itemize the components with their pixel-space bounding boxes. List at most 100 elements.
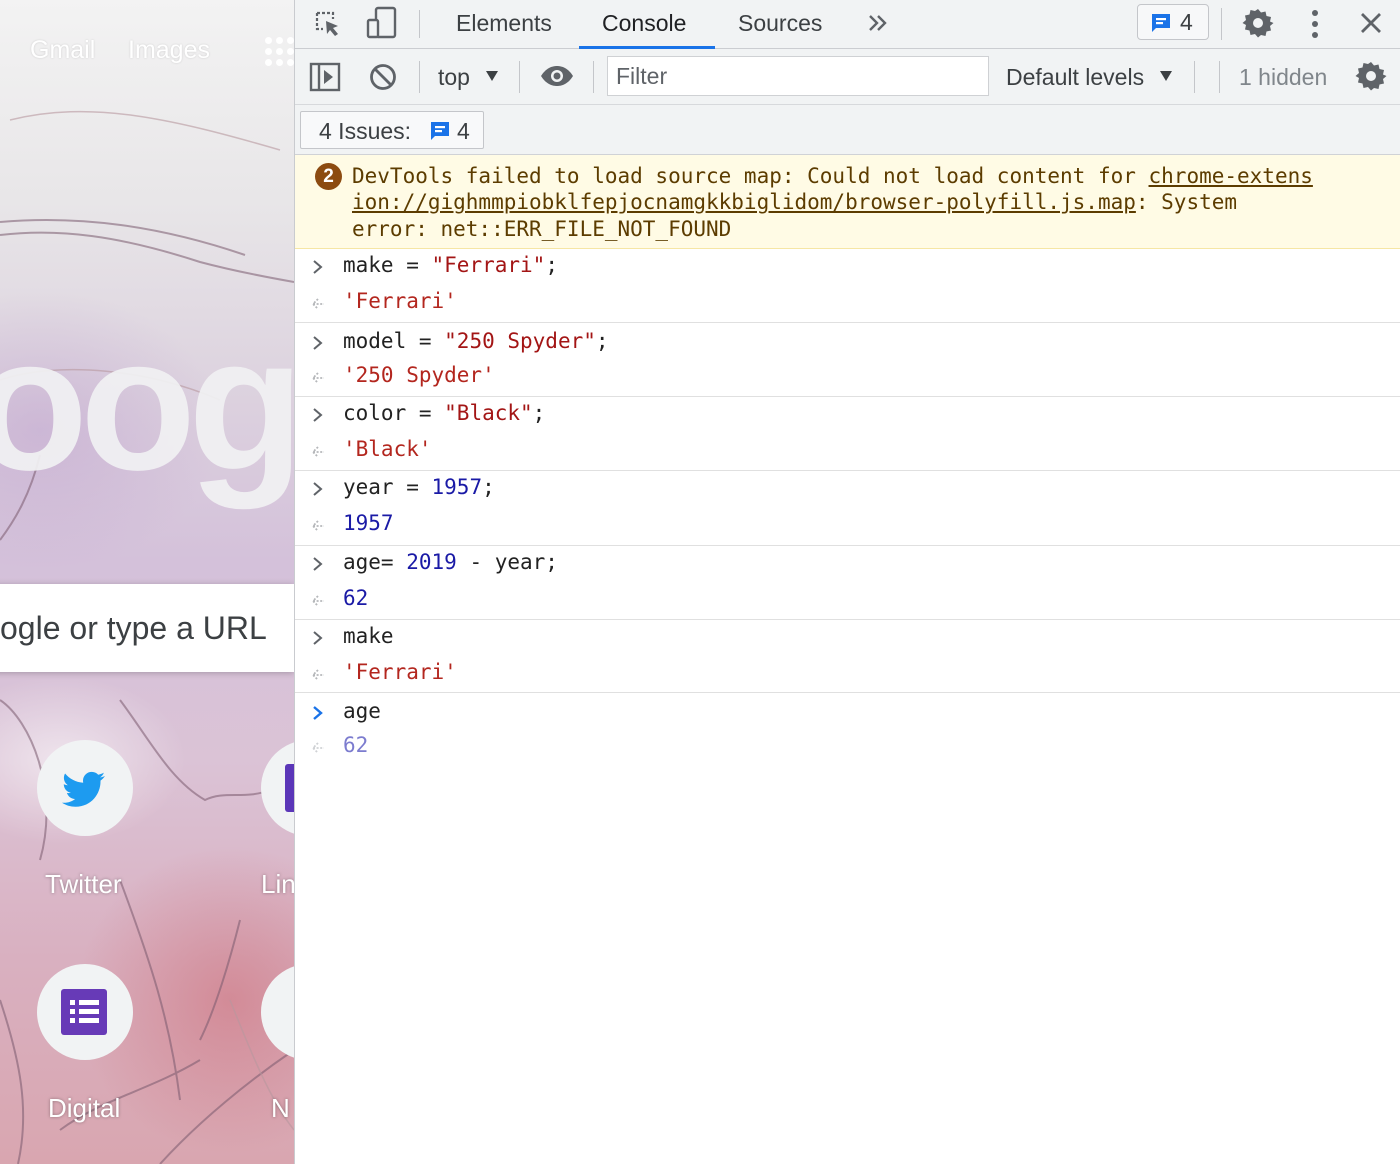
input-chevron-icon [313, 260, 323, 274]
tab-sources[interactable]: Sources [738, 10, 822, 37]
google-logo: oogle [0, 298, 294, 510]
input-code-end: ; [482, 475, 495, 499]
console-entry: make 'Ferrari' [295, 620, 1400, 693]
toolbar-divider [419, 61, 420, 93]
shortcut-linkedin[interactable] [261, 740, 294, 836]
browser-page: Gmail Images oogle ogle or type a URL Tw… [0, 0, 294, 1164]
input-string: "Ferrari" [431, 253, 546, 277]
input-code-end: - year; [456, 550, 558, 574]
console-input-row: model = "250 Spyder"; [295, 325, 1400, 361]
shortcut-label-twitter: Twitter [45, 869, 122, 899]
filter-input[interactable] [607, 56, 989, 96]
result-value: 'Ferrari' [343, 289, 457, 313]
warning-text-2: : System [1135, 190, 1238, 214]
shortcut-digital[interactable] [37, 964, 133, 1060]
result-arrow-icon [311, 595, 324, 607]
tab-console[interactable]: Console [579, 0, 715, 49]
console-result-row: 'Ferrari' [295, 285, 1400, 321]
console-output: 2 DevTools failed to load source map: Co… [295, 155, 1400, 769]
toolbar-divider [1194, 61, 1195, 93]
console-entry: age= 2019 - year; 62 [295, 546, 1400, 620]
warning-repeat-count: 2 [315, 163, 342, 190]
result-arrow-icon [311, 298, 324, 310]
input-chevron-icon [313, 557, 323, 571]
search-placeholder: ogle or type a URL [0, 610, 267, 646]
console-result-row: '250 Spyder' [295, 359, 1400, 395]
input-code: make [343, 624, 394, 648]
prompt-text[interactable]: age [343, 699, 381, 723]
google-apps-icon[interactable] [265, 37, 294, 69]
console-result-row: 1957 [295, 507, 1400, 543]
more-tabs-icon[interactable] [867, 13, 889, 33]
console-input-row: color = "Black"; [295, 397, 1400, 433]
input-number: 2019 [406, 550, 457, 574]
input-code: model = [343, 329, 445, 353]
console-input-row: make [295, 620, 1400, 656]
source-map-link[interactable]: chrome-extens [1149, 164, 1313, 188]
levels-dropdown-icon[interactable] [1159, 70, 1173, 82]
prompt-chevron-icon [313, 706, 323, 720]
result-value: 'Ferrari' [343, 660, 457, 684]
result-arrow-icon [311, 520, 324, 532]
settings-gear-icon[interactable] [1242, 7, 1274, 39]
log-levels-dropdown[interactable]: Default levels [1006, 64, 1144, 91]
input-chevron-icon [313, 482, 323, 496]
tabbar-divider [419, 10, 420, 38]
result-value: 62 [343, 586, 369, 610]
close-icon[interactable] [1359, 11, 1383, 35]
result-arrow-icon [311, 742, 324, 754]
input-code-end: ; [532, 401, 546, 425]
device-toolbar-icon[interactable] [365, 6, 399, 40]
console-input-row: age= 2019 - year; [295, 546, 1400, 582]
input-chevron-icon [313, 408, 323, 422]
issues-counter-value: 4 [1180, 9, 1193, 35]
context-dropdown-icon[interactable] [485, 70, 499, 82]
console-input-row: make = "Ferrari"; [295, 249, 1400, 285]
warning-text-3: error: net::ERR_FILE_NOT_FOUND [352, 217, 732, 241]
search-box[interactable]: ogle or type a URL [0, 584, 294, 672]
input-chevron-icon [313, 631, 323, 645]
console-prompt-row[interactable]: age [295, 695, 1400, 731]
input-string: "Black" [444, 401, 533, 425]
console-settings-gear-icon[interactable] [1355, 60, 1387, 92]
inspect-element-icon[interactable] [313, 9, 343, 39]
issues-counter-button[interactable]: 4 [1137, 4, 1209, 40]
tab-console-label: Console [602, 10, 687, 36]
context-selector[interactable]: top [438, 64, 470, 91]
console-entry: year = 1957; 1957 [295, 471, 1400, 546]
shortcut-label-linkedin: Lin [261, 869, 294, 899]
issues-button[interactable]: 4 Issues: 4 [300, 111, 484, 149]
input-string: "250 Spyder" [444, 329, 596, 353]
result-arrow-icon [311, 372, 324, 384]
forms-icon [61, 989, 107, 1035]
result-value: '250 Spyder' [343, 363, 495, 387]
eager-eval-value: 62 [343, 733, 369, 757]
clear-console-icon[interactable] [368, 62, 398, 92]
shortcut-label-digital: Digital [48, 1093, 121, 1123]
issues-bar: 4 Issues: 4 [295, 105, 1400, 155]
message-icon [431, 122, 449, 140]
input-code-end: ; [595, 329, 609, 353]
show-sidebar-icon[interactable] [309, 61, 343, 93]
result-value: 1957 [343, 511, 394, 535]
console-input-row: year = 1957; [295, 471, 1400, 507]
gmail-link[interactable]: Gmail [30, 36, 95, 65]
input-code: age= [343, 550, 407, 574]
input-code: year = [343, 475, 432, 499]
console-result-row: 'Black' [295, 433, 1400, 469]
images-link[interactable]: Images [128, 36, 210, 65]
input-number: 1957 [431, 475, 483, 499]
kebab-menu-icon[interactable] [1307, 8, 1323, 40]
toolbar-divider [519, 61, 520, 93]
console-prompt[interactable]: age 62 [295, 693, 1400, 769]
input-code: color = [343, 401, 445, 425]
source-map-link-cont[interactable]: ion://gighmmpiobklfepjocnamgkkbiglidom/b… [352, 190, 1136, 214]
devtools-panel: Elements Console Sources 4 top Filter De… [294, 0, 1400, 1164]
shortcut-label-n: N [271, 1093, 290, 1123]
live-expression-eye-icon[interactable] [539, 64, 575, 88]
warning-message: 2 DevTools failed to load source map: Co… [295, 155, 1400, 249]
tab-elements[interactable]: Elements [456, 10, 552, 37]
input-code: make = [343, 253, 432, 277]
shortcut-twitter[interactable] [37, 740, 133, 836]
toolbar-divider [1219, 61, 1220, 93]
